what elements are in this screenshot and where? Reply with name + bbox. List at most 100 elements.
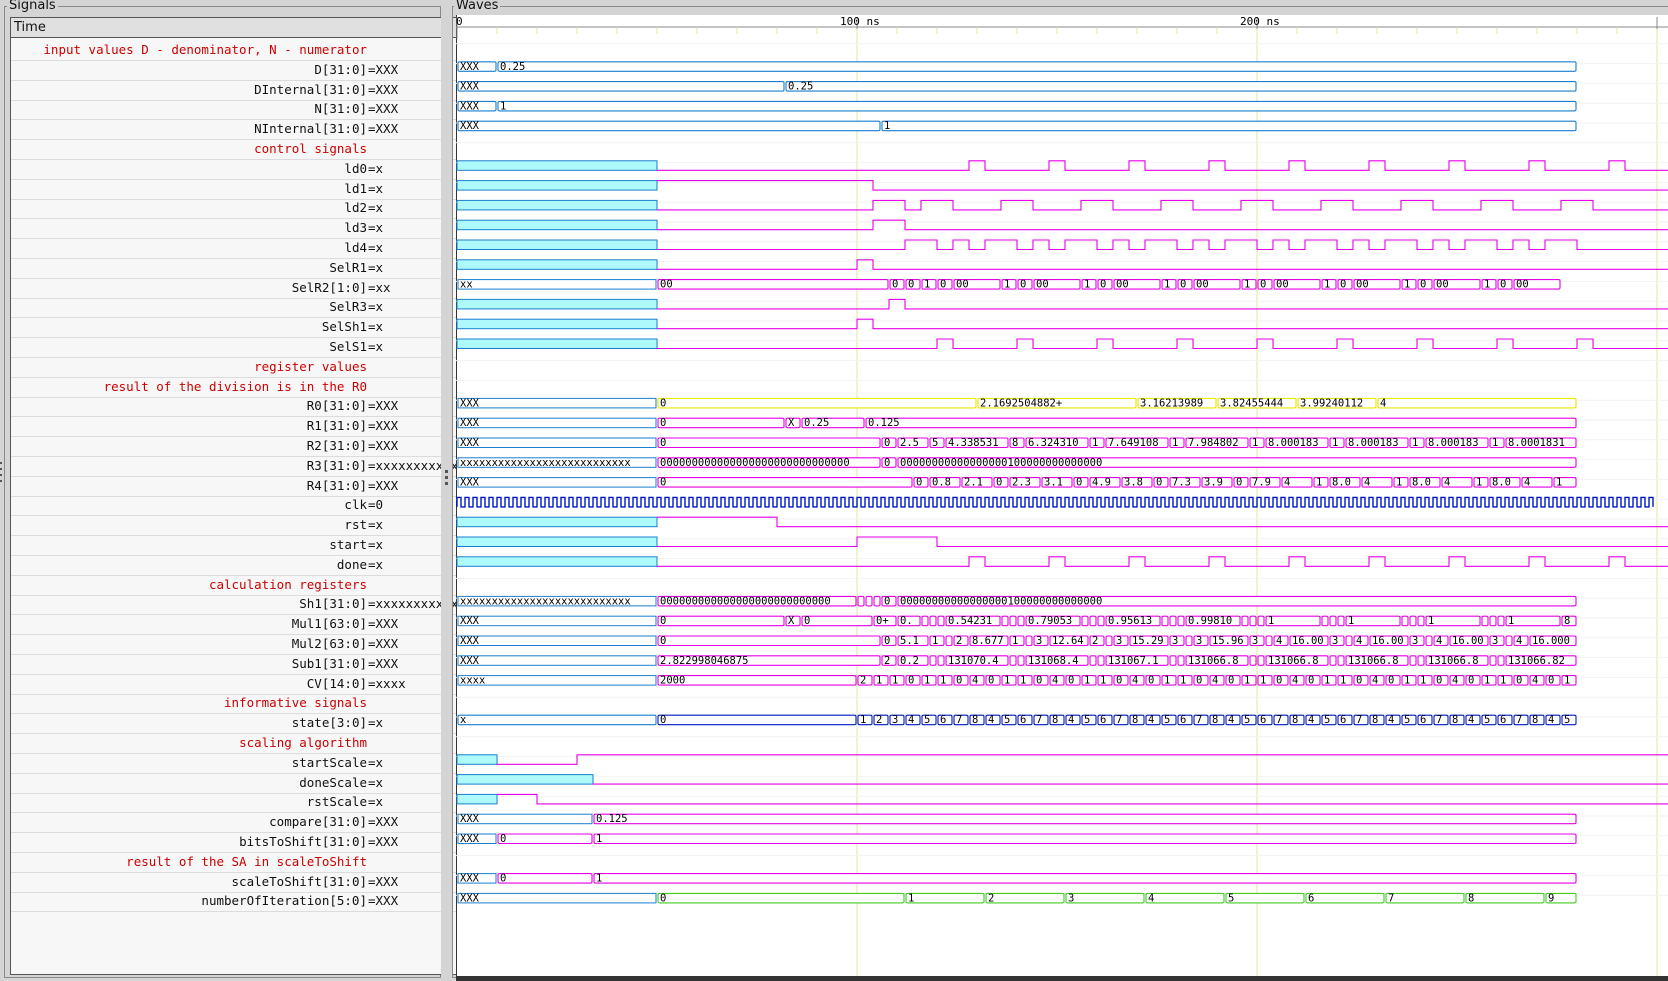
bus-value-label: 1	[1164, 279, 1170, 291]
bus-value-label: 0.125	[868, 417, 900, 429]
signal-row[interactable]: D[31:0] =XXX	[11, 60, 465, 81]
bus-value-label: 1	[924, 675, 930, 687]
signal-row[interactable]: SelR1 =x	[11, 258, 465, 279]
signal-row[interactable]: R3[31:0] =xxxxxxxxxxxx	[11, 456, 465, 477]
signal-name: ld4	[344, 240, 367, 255]
bus-value-label: 3	[1068, 892, 1074, 904]
bus-value-label: 0	[1076, 477, 1082, 489]
bus-value-label: XXX	[460, 120, 480, 132]
comment-row[interactable]: result of the SA in scaleToShift	[11, 852, 465, 873]
signal-row[interactable]: R1[31:0] =XXX	[11, 416, 465, 438]
signal-row[interactable]: Sub1[31:0] =XXX	[11, 654, 465, 675]
signal-row[interactable]: N[31:0] =XXX	[11, 99, 465, 121]
signal-name: bitsToShift[31:0]	[239, 834, 367, 849]
left-edge-grip[interactable]	[0, 468, 2, 470]
signal-row[interactable]: ld1 =x	[11, 179, 465, 200]
bus-value-label: 0.25	[804, 417, 829, 429]
bus-value-label: 4	[1524, 477, 1530, 489]
signal-row[interactable]: Sh1[31:0] =xxxxxxxxxxxx	[11, 594, 465, 616]
signal-row[interactable]: start =x	[11, 535, 465, 556]
signal-value: =XXX	[368, 101, 399, 117]
bus-segment	[457, 81, 785, 92]
bus-value-label: XXX	[460, 477, 480, 489]
panel-splitter[interactable]	[441, 6, 452, 978]
signal-row[interactable]: R2[31:0] =XXX	[11, 436, 465, 457]
bus-value-label: 2	[876, 714, 882, 726]
comment-row[interactable]: result of the division is in the R0	[11, 377, 465, 398]
unknown-region	[456, 536, 658, 547]
signal-row[interactable]: doneScale =x	[11, 773, 465, 794]
signal-row[interactable]: numberOfIteration[5:0] =XXX	[11, 891, 465, 913]
bus-segment	[1097, 655, 1105, 666]
splitter-grip[interactable]	[445, 476, 448, 479]
signal-row[interactable]: startScale =x	[11, 753, 465, 774]
bus-value-label: 0.2	[900, 655, 919, 667]
bus-value-label: XXX	[460, 892, 480, 904]
bus-segment	[657, 714, 857, 726]
signal-row[interactable]: R4[31:0] =XXX	[11, 476, 465, 497]
bus-value-label: 8	[1452, 714, 1458, 726]
signal-value: =XXX	[368, 398, 399, 414]
signal-row[interactable]: ld4 =x	[11, 238, 465, 259]
signal-row[interactable]: CV[14:0] =xxxx	[11, 674, 465, 695]
signal-row[interactable]: rst =x	[11, 515, 465, 537]
signal-row[interactable]: rstScale =x	[11, 792, 465, 814]
bus-value-label: 1	[1244, 279, 1250, 291]
signal-row[interactable]: Mul2[63:0] =XXX	[11, 634, 465, 655]
bus-value-label: 1	[1404, 279, 1410, 291]
signal-value: =x	[368, 160, 384, 176]
bus-value-label: 7	[1196, 714, 1202, 726]
bus-value-label: 3	[892, 714, 898, 726]
signal-name: SelSh1	[321, 319, 367, 335]
signal-value: =XXX	[368, 81, 399, 97]
left-edge-grip[interactable]	[0, 474, 2, 476]
splitter-grip[interactable]	[445, 482, 448, 485]
signal-row[interactable]: clk =0	[11, 495, 465, 517]
signal-name: ld3	[344, 220, 367, 236]
signal-row[interactable]: NInternal[31:0] =XXX	[11, 119, 465, 141]
signal-row[interactable]: bitsToShift[31:0] =XXX	[11, 832, 465, 853]
signals-panel[interactable]: input values D - denominator, N - numera…	[10, 17, 466, 975]
comment-row[interactable]: register values	[11, 357, 465, 378]
bus-value-label: 1	[1020, 675, 1026, 687]
bus-value-label: 0	[940, 279, 946, 291]
comment-row[interactable]: input values D - denominator, N - numera…	[11, 40, 465, 61]
bus-value-label: 7	[1516, 714, 1522, 726]
signal-row[interactable]: ld3 =x	[11, 218, 465, 240]
bus-value-label: 0	[884, 595, 890, 607]
time-header[interactable]: Time	[10, 17, 466, 38]
comment-row[interactable]: control signals	[11, 139, 465, 160]
bus-value-label: 4	[1228, 714, 1234, 726]
signal-row[interactable]: SelR2[1:0] =xx	[11, 278, 465, 299]
bus-value-label: 1	[1556, 477, 1562, 489]
signal-row[interactable]: ld0 =x	[11, 159, 465, 180]
left-edge-grip[interactable]	[0, 462, 2, 464]
splitter-grip[interactable]	[445, 470, 448, 473]
comment-row[interactable]: calculation registers	[11, 575, 465, 596]
bus-value-label: 4	[1532, 675, 1538, 687]
signal-row[interactable]: state[3:0] =x	[11, 713, 465, 735]
comment-row[interactable]: scaling algorithm	[11, 733, 465, 754]
signal-row[interactable]: done =x	[11, 555, 465, 576]
signal-row[interactable]: DInternal[31:0] =XXX	[11, 80, 465, 101]
signal-row[interactable]: SelR3 =x	[11, 297, 465, 319]
signal-row[interactable]: Mul1[63:0] =XXX	[11, 614, 465, 636]
signal-row[interactable]: R0[31:0] =XXX	[11, 396, 465, 418]
signal-row[interactable]: scaleToShift[31:0] =XXX	[11, 872, 465, 893]
waveform-canvas[interactable]: 0 100 ns 200 nsXXX 0.25XXX 0.25XXX 1XXX 1xx 00 0…	[456, 15, 1668, 981]
bus-value-label: 00	[956, 279, 969, 291]
bus-value-label: 4.9	[1092, 477, 1111, 489]
signal-row[interactable]: SelS1 =x	[11, 337, 465, 358]
signal-row[interactable]: ld2 =x	[11, 198, 465, 220]
bus-segment	[1017, 655, 1025, 666]
signal-row[interactable]: SelSh1 =x	[11, 317, 465, 339]
bus-segment	[1145, 892, 1225, 904]
bus-value-label: 1	[596, 833, 602, 845]
bus-value-label: 4	[1372, 675, 1378, 687]
comment-row[interactable]: informative signals	[11, 693, 465, 715]
left-edge-grip[interactable]	[0, 480, 2, 482]
bus-value-label: 8.677	[972, 635, 1004, 647]
bus-value-label: 0	[988, 675, 994, 687]
signal-row[interactable]: compare[31:0] =XXX	[11, 812, 465, 834]
bus-value-label: 5	[924, 714, 930, 726]
